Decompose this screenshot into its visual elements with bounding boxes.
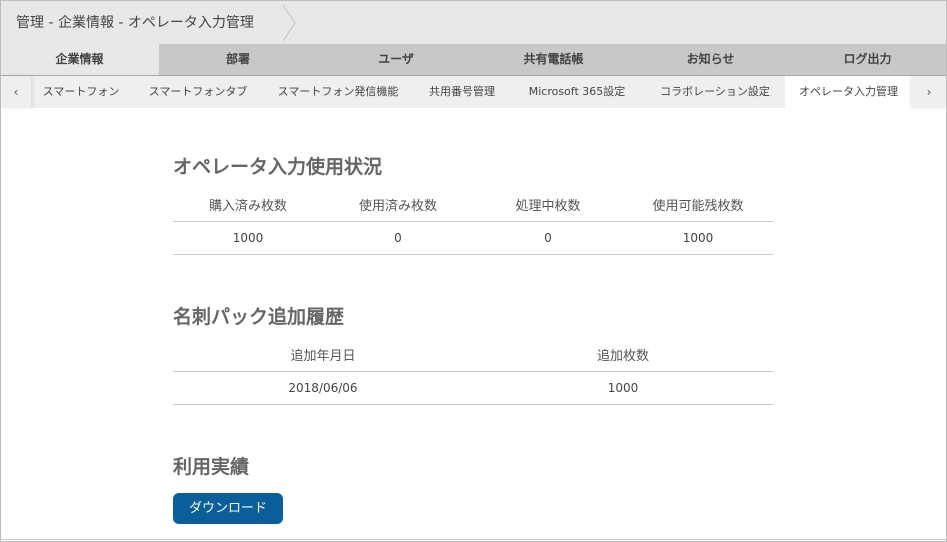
table-header-row: 購入済み枚数 使用済み枚数 処理中枚数 使用可能残枚数 [173, 187, 773, 221]
tab-company-info[interactable]: 企業情報 [1, 44, 158, 75]
scroll-right-button[interactable]: › [912, 76, 946, 108]
results-title: 利用実績 [173, 456, 250, 478]
subtab-smartphone-tab[interactable]: スマートフォンタブ [136, 76, 260, 108]
chevron-right-icon: › [926, 85, 932, 99]
header-date: 追加年月日 [290, 348, 356, 364]
header-used: 使用済み枚数 [358, 198, 437, 214]
value-processing: 0 [544, 231, 552, 245]
bottom-divider [1, 539, 946, 540]
download-button[interactable]: ダウンロード [173, 493, 283, 524]
header-remaining: 使用可能残枚数 [652, 198, 744, 214]
tab-users[interactable]: ユーザ [317, 44, 475, 75]
subtab-shared-number[interactable]: 共用番号管理 [414, 76, 510, 108]
sub-tabs: ‹ スマートフォン スマートフォンタブ スマートフォン発信機能 共用番号管理 M… [1, 76, 946, 108]
tab-notices[interactable]: お知らせ [632, 44, 789, 75]
history-title: 名刺パック追加履歴 [173, 306, 345, 328]
header-count: 追加枚数 [596, 348, 649, 364]
main-tabs: 企業情報 部署 ユーザ 共有電話帳 お知らせ ログ出力 [1, 44, 946, 76]
usage-table: 購入済み枚数 使用済み枚数 処理中枚数 使用可能残枚数 1000 0 0 100… [173, 187, 773, 255]
scroll-left-button[interactable]: ‹ [1, 76, 31, 108]
header: 管理 - 企業情報 - オペレータ入力管理 [1, 1, 946, 44]
value-purchased: 1000 [232, 231, 264, 245]
table-header-row: 追加年月日 追加枚数 [173, 337, 773, 371]
subtab-smartphone-call[interactable]: スマートフォン発信機能 [267, 76, 409, 108]
value-date: 2018/06/06 [288, 381, 358, 395]
subtab-microsoft365[interactable]: Microsoft 365設定 [515, 76, 639, 108]
chevron-left-icon: ‹ [13, 85, 19, 99]
subtab-operator-input[interactable]: オペレータ入力管理 [785, 76, 912, 108]
tab-departments[interactable]: 部署 [159, 44, 317, 75]
value-remaining: 1000 [682, 231, 714, 245]
table-row: 2018/06/06 1000 [173, 371, 773, 405]
subtab-collaboration[interactable]: コラボレーション設定 [646, 76, 784, 108]
value-count: 1000 [607, 381, 639, 395]
history-table: 追加年月日 追加枚数 2018/06/06 1000 [173, 337, 773, 405]
header-processing: 処理中枚数 [515, 198, 581, 214]
breadcrumb-chevron-icon [282, 4, 296, 42]
tab-log-output[interactable]: ログ出力 [789, 44, 946, 75]
value-used: 0 [394, 231, 402, 245]
breadcrumb: 管理 - 企業情報 - オペレータ入力管理 [16, 15, 254, 31]
usage-title: オペレータ入力使用状況 [173, 156, 383, 178]
subtab-smartphone[interactable]: スマートフォン [31, 76, 131, 108]
tab-shared-phonebook[interactable]: 共有電話帳 [475, 44, 632, 75]
header-purchased: 購入済み枚数 [208, 198, 287, 214]
table-row: 1000 0 0 1000 [173, 221, 773, 255]
